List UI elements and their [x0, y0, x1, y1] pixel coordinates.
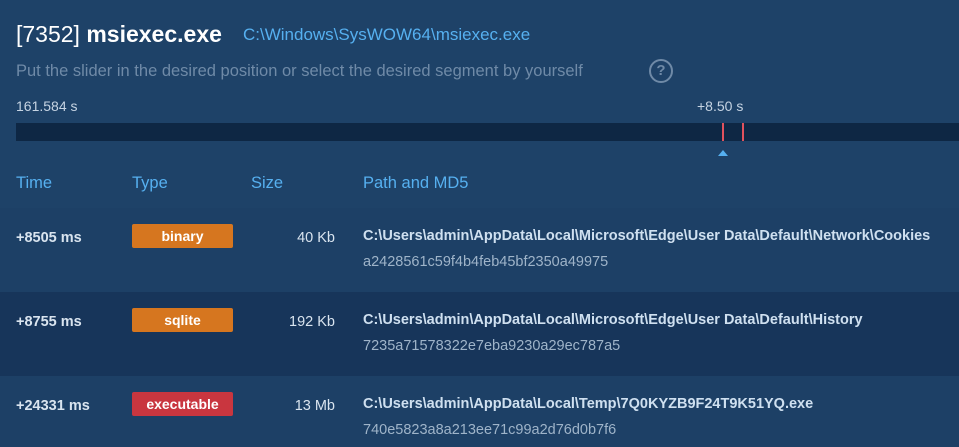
type-badge: sqlite	[132, 308, 233, 332]
process-name: msiexec.exe	[86, 21, 222, 47]
row-path[interactable]: C:\Users\admin\AppData\Local\Microsoft\E…	[363, 227, 930, 245]
timeline-offset-label: +8.50 s	[697, 98, 744, 114]
row-time: +8505 ms	[16, 230, 82, 246]
timeline-track[interactable]	[16, 123, 959, 141]
type-badge: executable	[132, 392, 233, 416]
column-header-path-md5[interactable]: Path and MD5	[363, 173, 468, 193]
process-header: [7352] msiexec.exe C:\Windows\SysWOW64\m…	[16, 20, 946, 50]
column-header-size[interactable]: Size	[251, 173, 283, 193]
table-row[interactable]: +8505 ms binary 40 Kb C:\Users\admin\App…	[0, 208, 959, 292]
process-title: [7352] msiexec.exe	[16, 20, 222, 48]
row-path[interactable]: C:\Users\admin\AppData\Local\Microsoft\E…	[363, 311, 863, 329]
column-header-type[interactable]: Type	[132, 173, 168, 193]
row-md5[interactable]: 7235a71578322e7eba9230a29ec787a5	[363, 337, 620, 355]
timeline-start-label: 161.584 s	[16, 98, 78, 114]
row-size: 40 Kb	[297, 230, 335, 246]
row-size: 192 Kb	[289, 314, 335, 330]
column-header-time[interactable]: Time	[16, 173, 52, 193]
question-circle-icon[interactable]: ?	[649, 59, 673, 83]
table-row[interactable]: +8755 ms sqlite 192 Kb C:\Users\admin\Ap…	[0, 292, 959, 376]
row-time: +8755 ms	[16, 314, 82, 330]
slider-hint: Put the slider in the desired position o…	[16, 62, 583, 80]
process-path-link[interactable]: C:\Windows\SysWOW64\msiexec.exe	[243, 25, 530, 45]
slider-handle-icon[interactable]	[718, 150, 728, 156]
row-path[interactable]: C:\Users\admin\AppData\Local\Temp\7Q0KYZ…	[363, 395, 813, 413]
table-row[interactable]: +24331 ms executable 13 Mb C:\Users\admi…	[0, 376, 959, 447]
timeline-event-marker	[742, 123, 744, 141]
row-md5[interactable]: a2428561c59f4b4feb45bf2350a49975	[363, 253, 608, 271]
process-pid: [7352]	[16, 21, 80, 47]
type-badge: binary	[132, 224, 233, 248]
timeline-event-marker	[722, 123, 724, 141]
row-size: 13 Mb	[294, 398, 335, 414]
row-md5[interactable]: 740e5823a8a213ee71c99a2d76d0b7f6	[363, 421, 616, 439]
row-time: +24331 ms	[16, 398, 90, 414]
